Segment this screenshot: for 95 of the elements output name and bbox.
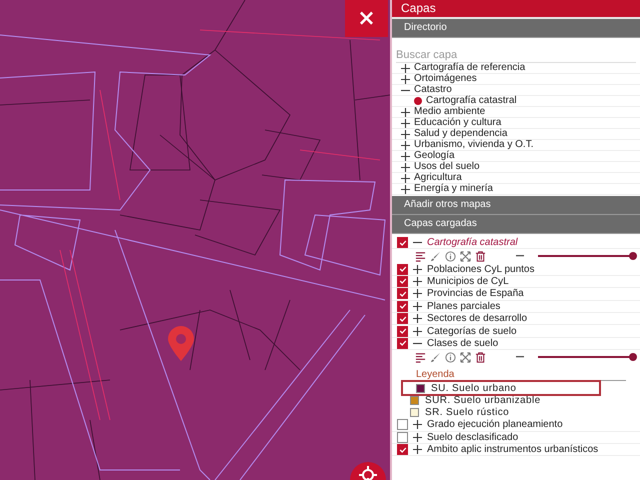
checkbox[interactable] (397, 338, 408, 349)
checkbox[interactable] (397, 288, 408, 300)
tree-item[interactable]: Cartografía de referencia (392, 63, 640, 74)
plus-icon[interactable] (401, 118, 410, 128)
checkbox[interactable] (397, 300, 408, 312)
plus-icon[interactable] (413, 289, 422, 298)
plus-icon[interactable] (401, 108, 410, 116)
layer-name[interactable]: Clases de suelo (427, 338, 498, 349)
tree-item[interactable]: Cartografía catastral (392, 96, 640, 107)
checkbox[interactable] (397, 276, 408, 287)
tree-item-label: Medio ambiente (414, 107, 486, 117)
tree-item-label: Educación y cultura (414, 118, 502, 128)
brush-icon[interactable] (430, 250, 441, 262)
tree-item[interactable]: Geología (392, 151, 640, 162)
checkbox[interactable] (397, 432, 408, 443)
layer-name[interactable]: Sectores de desarrollo (427, 313, 528, 324)
tree-item[interactable]: Usos del suelo (392, 162, 640, 173)
tree-item[interactable]: Urbanismo, vivienda y O.T. (392, 140, 640, 151)
tree-item[interactable]: Agricultura (392, 173, 640, 184)
plus-icon[interactable] (401, 174, 410, 182)
target-icon (358, 466, 378, 480)
layer-name[interactable]: Planes parciales (427, 300, 500, 312)
tree-item-label: Catastro (414, 85, 452, 95)
tree-item-label: Cartografía catastral (426, 96, 517, 106)
checkbox[interactable] (397, 237, 408, 248)
directory-header[interactable]: Directorio (392, 19, 640, 38)
checkbox[interactable] (397, 313, 408, 324)
legend-label: SR. Suelo rústico (425, 406, 510, 418)
tree-item-label: Agricultura (414, 173, 462, 183)
minus-icon[interactable] (516, 255, 524, 258)
plus-icon[interactable] (413, 420, 422, 430)
checkbox[interactable] (397, 444, 408, 456)
info-icon[interactable] (445, 352, 456, 363)
tree-item-label: Energía y minería (414, 184, 493, 194)
layer-name[interactable]: Categorías de suelo (427, 326, 517, 337)
checkbox[interactable] (397, 419, 408, 430)
legend-list-icon[interactable] (415, 352, 426, 363)
trash-icon[interactable] (475, 250, 486, 262)
layer-name[interactable]: Ambito aplic instrumentos urbanísticos (427, 444, 598, 456)
legend-label: SUR. Suelo urbanizable (425, 395, 541, 406)
layer-name[interactable]: Provincias de España (427, 288, 524, 300)
layer-name[interactable]: Suelo desclasificado (427, 432, 518, 443)
slider-thumb[interactable] (629, 252, 638, 260)
tree-item[interactable]: Educación y cultura (392, 118, 640, 129)
zoom-extent-icon[interactable] (460, 352, 471, 363)
tree-item[interactable]: Medio ambiente (392, 107, 640, 118)
plus-icon[interactable] (413, 326, 422, 336)
plus-icon[interactable] (401, 162, 410, 172)
tree-item[interactable]: Catastro (392, 85, 640, 96)
plus-icon[interactable] (401, 130, 410, 138)
close-button[interactable]: × (345, 0, 388, 37)
plus-icon[interactable] (413, 276, 422, 286)
legend-item[interactable]: SUR. Suelo urbanizable (402, 395, 602, 407)
plus-icon[interactable] (401, 184, 410, 194)
legend-label: SU. Suelo urbano (431, 382, 516, 394)
checkbox[interactable] (397, 326, 408, 337)
tree-item[interactable]: Salud y dependencia (392, 129, 640, 140)
legend-title: Leyenda (416, 369, 626, 382)
checkbox[interactable] (397, 264, 408, 275)
tree-item[interactable]: Ortoimágenes (392, 74, 640, 85)
tree-item-label: Cartografía de referencia (414, 63, 526, 73)
minus-icon[interactable] (516, 356, 524, 358)
plus-icon[interactable] (413, 432, 422, 442)
layer-dot-icon (414, 97, 422, 105)
tree-item-label: Salud y dependencia (414, 129, 508, 139)
legend-item[interactable]: SU. Suelo urbano (402, 381, 600, 396)
info-icon[interactable] (445, 250, 456, 262)
search-field[interactable]: Buscar capa (396, 48, 636, 63)
plus-icon[interactable] (413, 445, 422, 454)
panel-title: Capas (392, 0, 640, 19)
layer-name[interactable]: Municipios de CyL (427, 276, 509, 287)
tree-item-label: Geología (414, 151, 455, 161)
layer-name[interactable]: Grado ejecución planeamiento (427, 419, 563, 430)
layer-name[interactable]: Poblaciones CyL puntos (427, 264, 534, 275)
plus-icon[interactable] (401, 140, 410, 150)
tree-item-label: Ortoimágenes (414, 74, 477, 84)
trash-icon[interactable] (475, 352, 486, 363)
plus-icon[interactable] (401, 64, 410, 72)
layer-name[interactable]: Cartografía catastral (427, 237, 518, 248)
plus-icon[interactable] (413, 264, 422, 274)
tree-item[interactable]: Energía y minería (392, 184, 640, 195)
plus-icon[interactable] (413, 314, 422, 324)
plus-icon[interactable] (401, 152, 410, 160)
plus-icon[interactable] (413, 302, 422, 311)
legend-item[interactable]: SR. Suelo rústico (402, 406, 602, 418)
tree-item-label: Urbanismo, vivienda y O.T. (414, 140, 534, 150)
zoom-extent-icon[interactable] (460, 250, 471, 262)
legend-list-icon[interactable] (415, 250, 426, 262)
tree-item-label: Usos del suelo (414, 162, 480, 172)
slider-thumb[interactable] (629, 353, 638, 362)
plus-icon[interactable] (401, 74, 410, 84)
location-pin-icon (166, 326, 196, 362)
add-maps-header[interactable]: Añadir otros mapas (392, 196, 640, 215)
brush-icon[interactable] (430, 352, 441, 363)
loaded-layers-header[interactable]: Capas cargadas (392, 215, 640, 234)
